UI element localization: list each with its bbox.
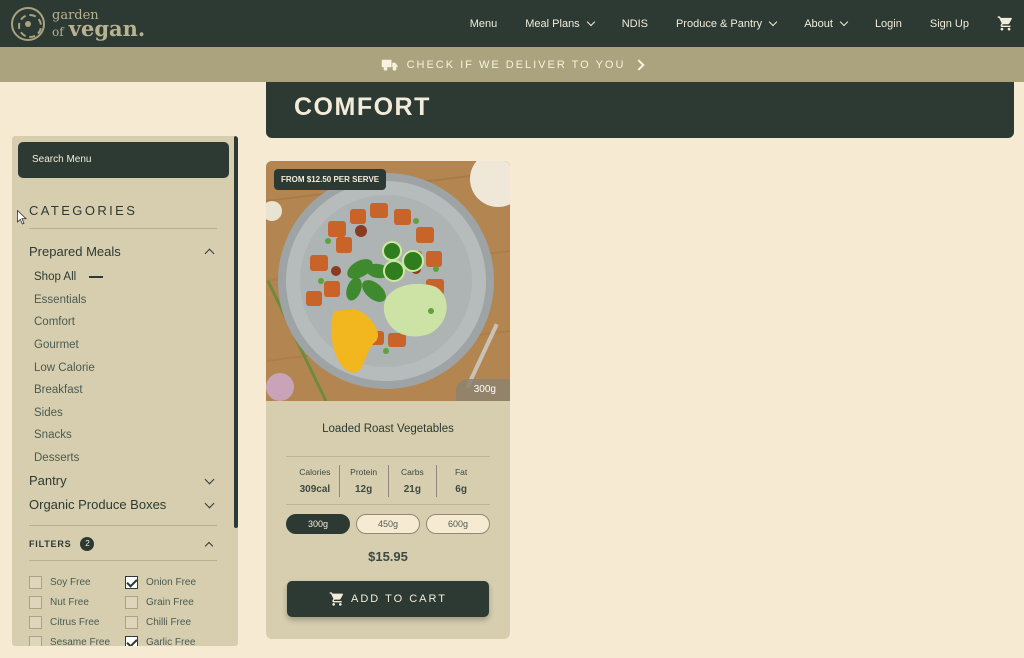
nutrition-carbs: Carbs 21g — [389, 465, 438, 497]
product-image[interactable]: FROM $12.50 PER SERVE 300g — [266, 161, 510, 401]
divider — [29, 560, 217, 561]
nutrition-calories: Calories 309cal — [291, 465, 340, 497]
product-card[interactable]: FROM $12.50 PER SERVE 300g Loaded Roast … — [266, 161, 510, 639]
checkbox[interactable] — [29, 596, 42, 609]
chevron-right-icon — [633, 58, 646, 71]
checkbox[interactable] — [29, 616, 42, 629]
sidebar-scrollbar[interactable] — [234, 136, 238, 528]
filter-nut-free[interactable]: Nut Free — [29, 596, 89, 609]
page-title: COMFORT — [294, 93, 431, 121]
nav-produce-pantry-dropdown[interactable]: Produce & Pantry — [676, 17, 778, 30]
chevron-down-icon — [839, 17, 849, 27]
category-item-shop-all[interactable]: Shop All — [34, 266, 104, 289]
logo-wordmark: garden of vegan. — [52, 8, 146, 41]
category-item-desserts[interactable]: Desserts — [34, 447, 103, 470]
filter-soy-free[interactable]: Soy Free — [29, 576, 91, 589]
nav-meal-plans-dropdown[interactable]: Meal Plans — [525, 17, 595, 30]
nutrition-info: Calories 309cal Protein 12g Carbs 21g Fa… — [291, 465, 485, 497]
category-item-gourmet[interactable]: Gourmet — [34, 334, 103, 357]
filter-chilli-free[interactable]: Chilli Free — [125, 616, 191, 629]
food-photo-illustration — [266, 161, 510, 401]
weight-badge: 300g — [456, 379, 510, 401]
brand-logo[interactable]: garden of vegan. — [11, 7, 145, 41]
mouse-cursor-icon — [17, 210, 27, 225]
nutrition-protein: Protein 12g — [340, 465, 389, 497]
checkbox[interactable] — [29, 576, 42, 589]
nav-login-link[interactable]: Login — [875, 18, 902, 30]
category-item-snacks[interactable]: Snacks — [34, 424, 103, 447]
price-per-serve-badge: FROM $12.50 PER SERVE — [274, 169, 387, 190]
checkbox[interactable] — [125, 616, 138, 629]
divider — [29, 525, 217, 526]
delivery-check-bar[interactable]: CHECK IF WE DELIVER TO YOU — [0, 47, 1024, 82]
categories-heading: CATEGORIES — [29, 203, 138, 218]
truck-icon — [381, 59, 398, 71]
filter-sesame-free[interactable]: Sesame Free — [29, 636, 110, 646]
nav-signup-link[interactable]: Sign Up — [930, 18, 969, 30]
product-name[interactable]: Loaded Roast Vegetables — [266, 423, 510, 435]
top-nav: garden of vegan. Menu Meal Plans NDIS Pr… — [0, 0, 1024, 47]
filter-citrus-free[interactable]: Citrus Free — [29, 616, 99, 629]
size-options: 300g 450g 600g — [286, 514, 490, 534]
category-prepared-meals[interactable]: Prepared Meals — [29, 244, 217, 259]
filter-garlic-free[interactable]: Garlic Free — [125, 636, 195, 646]
search-input[interactable] — [18, 142, 229, 178]
sidebar: CATEGORIES Prepared Meals Shop All Essen… — [12, 136, 238, 646]
filters-header[interactable]: FILTERS 2 — [29, 537, 217, 551]
delivery-check-label: CHECK IF WE DELIVER TO YOU — [406, 58, 626, 71]
divider — [286, 456, 490, 457]
divider — [29, 228, 217, 229]
category-item-breakfast[interactable]: Breakfast — [34, 379, 103, 402]
prepared-meals-list: Shop All Essentials Comfort Gourmet Low … — [34, 266, 104, 470]
filter-onion-free[interactable]: Onion Free — [125, 576, 196, 589]
nav-about-dropdown[interactable]: About — [804, 17, 849, 30]
category-banner: COMFORT — [266, 82, 1014, 138]
checkbox-checked[interactable] — [125, 636, 138, 646]
chevron-down-icon — [204, 474, 215, 484]
nutrition-fat: Fat 6g — [454, 467, 468, 495]
category-organic-produce-boxes[interactable]: Organic Produce Boxes — [29, 497, 217, 512]
nav-menu-link[interactable]: Menu — [470, 18, 498, 30]
cart-icon[interactable] — [997, 15, 1014, 32]
checkbox[interactable] — [125, 596, 138, 609]
filter-grain-free[interactable]: Grain Free — [125, 596, 194, 609]
chevron-up-icon — [204, 248, 215, 258]
nav-ndis-link[interactable]: NDIS — [622, 18, 648, 30]
chevron-up-icon — [204, 541, 214, 550]
add-to-cart-label: ADD TO CART — [351, 593, 447, 605]
category-item-sides[interactable]: Sides — [34, 402, 103, 425]
chevron-down-icon — [204, 498, 215, 508]
category-item-low-calorie[interactable]: Low Calorie — [34, 356, 103, 379]
divider — [286, 504, 490, 505]
chevron-down-icon — [586, 17, 595, 27]
size-option-600g[interactable]: 600g — [426, 514, 490, 534]
checkbox[interactable] — [29, 636, 42, 646]
cart-icon — [329, 592, 344, 606]
chevron-down-icon — [768, 17, 778, 27]
product-price: $15.95 — [368, 549, 408, 564]
logo-emblem-icon — [11, 7, 45, 41]
checkbox-checked[interactable] — [125, 576, 138, 589]
category-pantry[interactable]: Pantry — [29, 473, 217, 488]
size-option-450g[interactable]: 450g — [356, 514, 420, 534]
filters-label: FILTERS — [29, 539, 72, 549]
add-to-cart-button[interactable]: ADD TO CART — [287, 581, 489, 617]
category-item-essentials[interactable]: Essentials — [34, 289, 103, 312]
category-item-comfort[interactable]: Comfort — [34, 311, 103, 334]
size-option-300g[interactable]: 300g — [286, 514, 350, 534]
filter-count-badge: 2 — [80, 537, 95, 551]
active-indicator — [89, 276, 104, 279]
nav-menu: Menu Meal Plans NDIS Produce & Pantry Ab… — [470, 0, 1024, 47]
